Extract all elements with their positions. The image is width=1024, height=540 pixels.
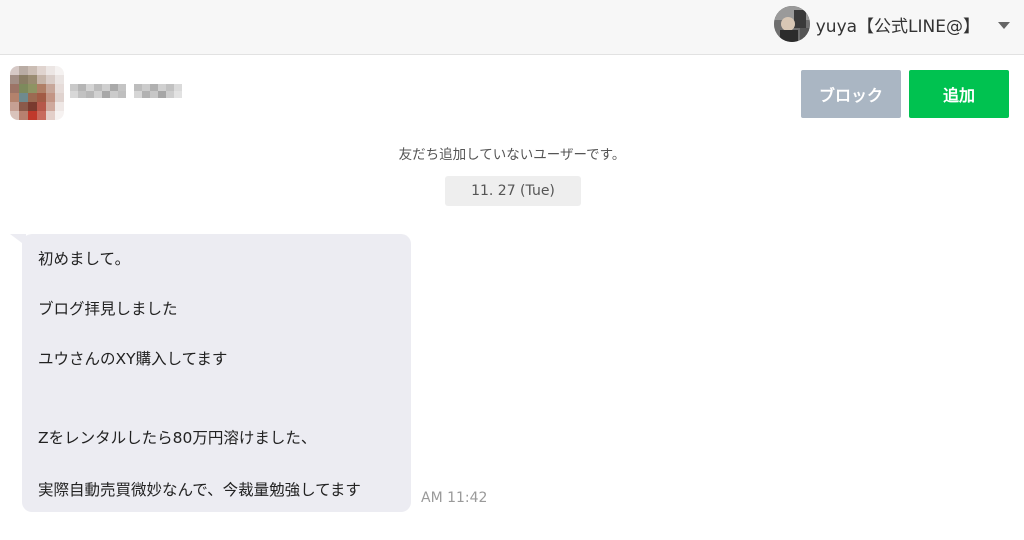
block-button[interactable]: ブロック xyxy=(801,70,901,118)
date-separator: 11. 27 (Tue) xyxy=(445,176,581,206)
message-line: 実際自動売買微妙なんで、今裁量勉強してます xyxy=(38,481,361,499)
chat-header: ブロック 追加 xyxy=(0,56,1024,126)
not-friend-notice: 友だち追加していないユーザーです。 xyxy=(398,147,626,163)
account-avatar xyxy=(773,6,810,42)
message-line: ユウさんのXY購入してます xyxy=(38,350,228,368)
blurred-user-name-icon xyxy=(70,80,188,102)
blurred-user-avatar-icon xyxy=(10,66,64,120)
message-bubble xyxy=(22,234,411,512)
top-bar: yuya【公式LINE@】 xyxy=(0,0,1024,55)
message-line: ブログ拝見しました xyxy=(38,300,178,318)
account-menu[interactable]: yuya【公式LINE@】 xyxy=(773,6,1010,42)
caret-down-icon[interactable] xyxy=(998,21,1010,29)
message-line: Zをレンタルしたら80万円溶けました、 xyxy=(38,429,317,447)
message-timestamp: AM 11:42 xyxy=(421,490,488,506)
account-name: yuya【公式LINE@】 xyxy=(815,16,980,37)
add-friend-button[interactable]: 追加 xyxy=(909,70,1009,118)
message-line: 初めまして。 xyxy=(38,250,131,268)
